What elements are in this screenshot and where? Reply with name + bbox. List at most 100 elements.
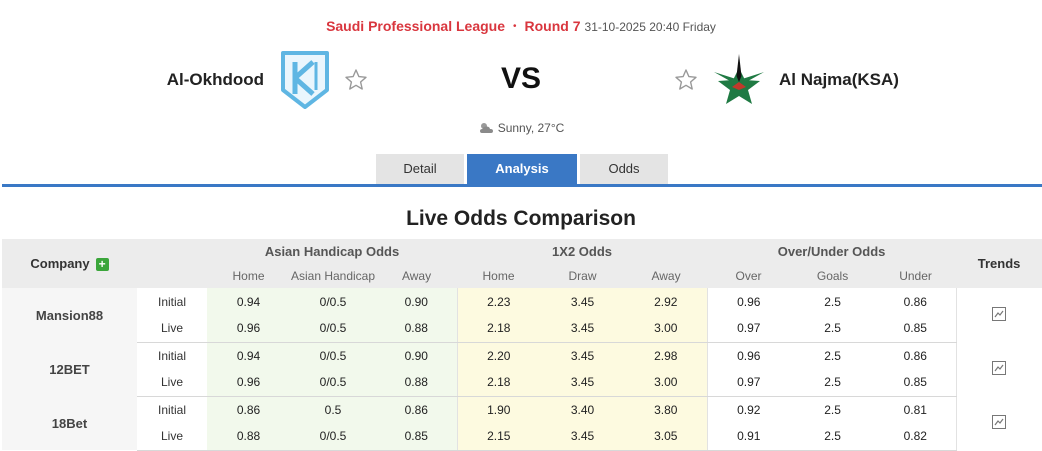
ah-home-odds[interactable]: 0.86 xyxy=(207,396,290,423)
ou-under-odds[interactable]: 0.86 xyxy=(875,288,957,315)
sun-cloud-icon xyxy=(479,123,493,133)
odds-comparison-table: Company + Asian Handicap Odds 1X2 Odds Ov… xyxy=(2,239,1042,451)
ah-handicap-value[interactable]: 0/0.5 xyxy=(290,288,376,315)
company-name[interactable]: Mansion88 xyxy=(2,288,137,342)
company-name[interactable]: 12BET xyxy=(2,342,137,396)
home-team-name[interactable]: Al-Okhdood xyxy=(120,70,264,90)
tab-analysis[interactable]: Analysis xyxy=(467,154,577,184)
ou-under-odds[interactable]: 0.85 xyxy=(875,315,957,343)
league-name[interactable]: Saudi Professional League xyxy=(326,18,505,34)
table-row: Live 0.96 0/0.5 0.88 2.18 3.45 3.00 0.97… xyxy=(2,369,1042,397)
company-header: Company + xyxy=(2,239,137,288)
subheader-ou-goals: Goals xyxy=(790,264,876,288)
ou-over-odds[interactable]: 0.97 xyxy=(707,315,791,343)
favorite-away-star-icon[interactable] xyxy=(674,68,698,92)
ou-over-odds[interactable]: 0.91 xyxy=(707,423,791,451)
line-chart-icon xyxy=(992,306,1007,321)
ou-goals-line[interactable]: 2.5 xyxy=(790,342,876,369)
ou-goals-line[interactable]: 2.5 xyxy=(790,288,876,315)
subheader-ah-handicap: Asian Handicap xyxy=(290,264,376,288)
ah-home-odds[interactable]: 0.94 xyxy=(207,288,290,315)
subheader-ah-home: Home xyxy=(207,264,290,288)
trend-button[interactable] xyxy=(956,396,1042,450)
ah-away-odds[interactable]: 0.85 xyxy=(376,423,458,451)
1x2-away-odds[interactable]: 3.00 xyxy=(625,315,708,343)
1x2-home-odds[interactable]: 2.20 xyxy=(457,342,541,369)
trends-header: Trends xyxy=(956,239,1042,288)
1x2-away-odds[interactable]: 2.98 xyxy=(625,342,708,369)
1x2-away-odds[interactable]: 2.92 xyxy=(625,288,708,315)
ah-home-odds[interactable]: 0.94 xyxy=(207,342,290,369)
line-chart-icon xyxy=(992,414,1007,429)
trend-button[interactable] xyxy=(956,342,1042,396)
1x2-away-odds[interactable]: 3.05 xyxy=(625,423,708,451)
subheader-ah-away: Away xyxy=(376,264,458,288)
ou-under-odds[interactable]: 0.82 xyxy=(875,423,957,451)
1x2-away-odds[interactable]: 3.00 xyxy=(625,369,708,397)
1x2-home-odds[interactable]: 2.18 xyxy=(457,315,541,343)
home-team-logo[interactable] xyxy=(280,50,330,110)
ah-home-odds[interactable]: 0.88 xyxy=(207,423,290,451)
ou-under-odds[interactable]: 0.86 xyxy=(875,342,957,369)
match-tabs: Detail Analysis Odds xyxy=(376,154,668,184)
subheader-ou-over: Over xyxy=(707,264,791,288)
ah-handicap-value[interactable]: 0/0.5 xyxy=(290,423,376,451)
1x2-home-odds[interactable]: 2.15 xyxy=(457,423,541,451)
ah-home-odds[interactable]: 0.96 xyxy=(207,369,290,397)
ah-away-odds[interactable]: 0.88 xyxy=(376,369,458,397)
ou-over-odds[interactable]: 0.97 xyxy=(707,369,791,397)
1x2-draw-odds[interactable]: 3.45 xyxy=(540,342,626,369)
1x2-draw-odds[interactable]: 3.45 xyxy=(540,288,626,315)
ah-handicap-value[interactable]: 0.5 xyxy=(290,396,376,423)
ah-handicap-value[interactable]: 0/0.5 xyxy=(290,369,376,397)
tab-underline xyxy=(2,184,1042,187)
row-type-label: Live xyxy=(137,315,207,343)
1x2-home-odds[interactable]: 2.18 xyxy=(457,369,541,397)
ou-goals-line[interactable]: 2.5 xyxy=(790,423,876,451)
1x2-draw-odds[interactable]: 3.45 xyxy=(540,369,626,397)
subheader-1x2-home: Home xyxy=(457,264,541,288)
ah-away-odds[interactable]: 0.90 xyxy=(376,288,458,315)
company-header-label: Company xyxy=(30,256,90,271)
ou-goals-line[interactable]: 2.5 xyxy=(790,396,876,423)
match-datetime: 31-10-2025 20:40 Friday xyxy=(584,20,716,34)
tab-detail[interactable]: Detail xyxy=(376,154,464,184)
ou-goals-line[interactable]: 2.5 xyxy=(790,315,876,343)
company-name[interactable]: 18Bet xyxy=(2,396,137,450)
trend-button[interactable] xyxy=(956,288,1042,342)
table-row: Live 0.88 0/0.5 0.85 2.15 3.45 3.05 0.91… xyxy=(2,423,1042,451)
table-row: Mansion88 Initial 0.94 0/0.5 0.90 2.23 3… xyxy=(2,288,1042,342)
ah-handicap-value[interactable]: 0/0.5 xyxy=(290,342,376,369)
1x2-home-odds[interactable]: 1.90 xyxy=(457,396,541,423)
row-type-label: Live xyxy=(137,369,207,397)
1x2-home-odds[interactable]: 2.23 xyxy=(457,288,541,315)
1x2-draw-odds[interactable]: 3.45 xyxy=(540,315,626,343)
1x2-draw-odds[interactable]: 3.40 xyxy=(540,396,626,423)
round-label[interactable]: Round 7 xyxy=(525,18,581,34)
add-company-plus-icon[interactable]: + xyxy=(95,258,109,271)
tab-odds[interactable]: Odds xyxy=(580,154,668,184)
row-type-label: Live xyxy=(137,423,207,451)
ou-over-odds[interactable]: 0.96 xyxy=(707,342,791,369)
over-under-header: Over/Under Odds xyxy=(707,239,957,264)
ou-under-odds[interactable]: 0.81 xyxy=(875,396,957,423)
away-team-logo[interactable] xyxy=(710,52,768,108)
ou-over-odds[interactable]: 0.92 xyxy=(707,396,791,423)
away-team-name[interactable]: Al Najma(KSA) xyxy=(779,70,899,90)
ou-over-odds[interactable]: 0.96 xyxy=(707,288,791,315)
separator-dot: • xyxy=(513,21,517,32)
table-row: Live 0.96 0/0.5 0.88 2.18 3.45 3.00 0.97… xyxy=(2,315,1042,343)
1x2-away-odds[interactable]: 3.80 xyxy=(625,396,708,423)
ah-home-odds[interactable]: 0.96 xyxy=(207,315,290,343)
1x2-draw-odds[interactable]: 3.45 xyxy=(540,423,626,451)
ah-away-odds[interactable]: 0.90 xyxy=(376,342,458,369)
favorite-home-star-icon[interactable] xyxy=(344,68,368,92)
line-chart-icon xyxy=(992,360,1007,375)
1x2-header: 1X2 Odds xyxy=(457,239,708,264)
ou-under-odds[interactable]: 0.85 xyxy=(875,369,957,397)
ah-handicap-value[interactable]: 0/0.5 xyxy=(290,315,376,343)
row-type-header xyxy=(137,239,207,288)
ah-away-odds[interactable]: 0.86 xyxy=(376,396,458,423)
ou-goals-line[interactable]: 2.5 xyxy=(790,369,876,397)
ah-away-odds[interactable]: 0.88 xyxy=(376,315,458,343)
